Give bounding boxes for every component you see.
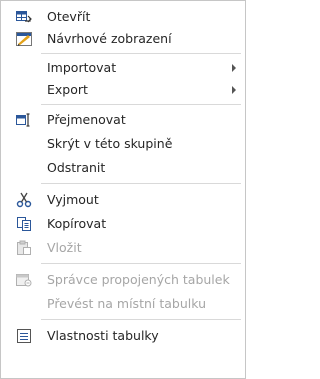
menu-separator — [41, 183, 241, 184]
menu-item-copy[interactable]: Kopírovat — [1, 213, 245, 235]
menu-separator — [41, 319, 241, 320]
menu-item-label: Export — [47, 82, 88, 97]
menu-item-design-view[interactable]: Návrhové zobrazení — [1, 28, 245, 50]
menu-item-label: Vlastnosti tabulky — [47, 328, 159, 343]
submenu-arrow-icon — [232, 64, 236, 72]
menu-item-delete[interactable]: Odstranit — [1, 157, 245, 179]
menu-item-table-properties[interactable]: Vlastnosti tabulky — [1, 325, 245, 347]
context-menu: Otevřít Návrhové zobrazení Importovat Ex… — [0, 0, 246, 379]
menu-item-label: Vyjmout — [47, 192, 99, 207]
menu-item-export[interactable]: Export — [1, 79, 245, 101]
open-table-icon — [16, 9, 32, 25]
menu-item-label: Návrhové zobrazení — [47, 31, 172, 46]
menu-item-convert-to-local[interactable]: Převést na místní tabulku — [1, 293, 245, 315]
linked-table-manager-icon — [16, 272, 32, 288]
menu-item-label: Přejmenovat — [47, 112, 126, 127]
menu-item-rename[interactable]: Přejmenovat — [1, 109, 245, 131]
menu-item-hide-in-group[interactable]: Skrýt v této skupině — [1, 133, 245, 155]
menu-item-label: Skrýt v této skupině — [47, 136, 173, 151]
design-view-icon — [16, 31, 32, 47]
menu-item-label: Vložit — [47, 240, 82, 255]
menu-item-import[interactable]: Importovat — [1, 57, 245, 79]
menu-item-label: Odstranit — [47, 160, 106, 175]
menu-separator — [41, 53, 241, 54]
menu-item-label: Otevřít — [47, 9, 91, 24]
menu-item-open[interactable]: Otevřít — [1, 6, 245, 28]
menu-item-cut[interactable]: Vyjmout — [1, 189, 245, 211]
paste-icon — [16, 240, 32, 256]
menu-item-linked-table-manager[interactable]: Správce propojených tabulek — [1, 269, 245, 291]
menu-item-label: Importovat — [47, 60, 117, 75]
menu-item-paste[interactable]: Vložit — [1, 237, 245, 259]
menu-item-label: Kopírovat — [47, 216, 107, 231]
menu-item-label: Převést na místní tabulku — [47, 296, 207, 311]
rename-icon — [16, 112, 32, 128]
menu-item-label: Správce propojených tabulek — [47, 272, 230, 287]
copy-icon — [16, 216, 32, 232]
submenu-arrow-icon — [232, 86, 236, 94]
scissors-icon — [16, 192, 32, 208]
table-properties-icon — [16, 328, 32, 344]
menu-separator — [41, 104, 241, 105]
menu-separator — [41, 263, 241, 264]
